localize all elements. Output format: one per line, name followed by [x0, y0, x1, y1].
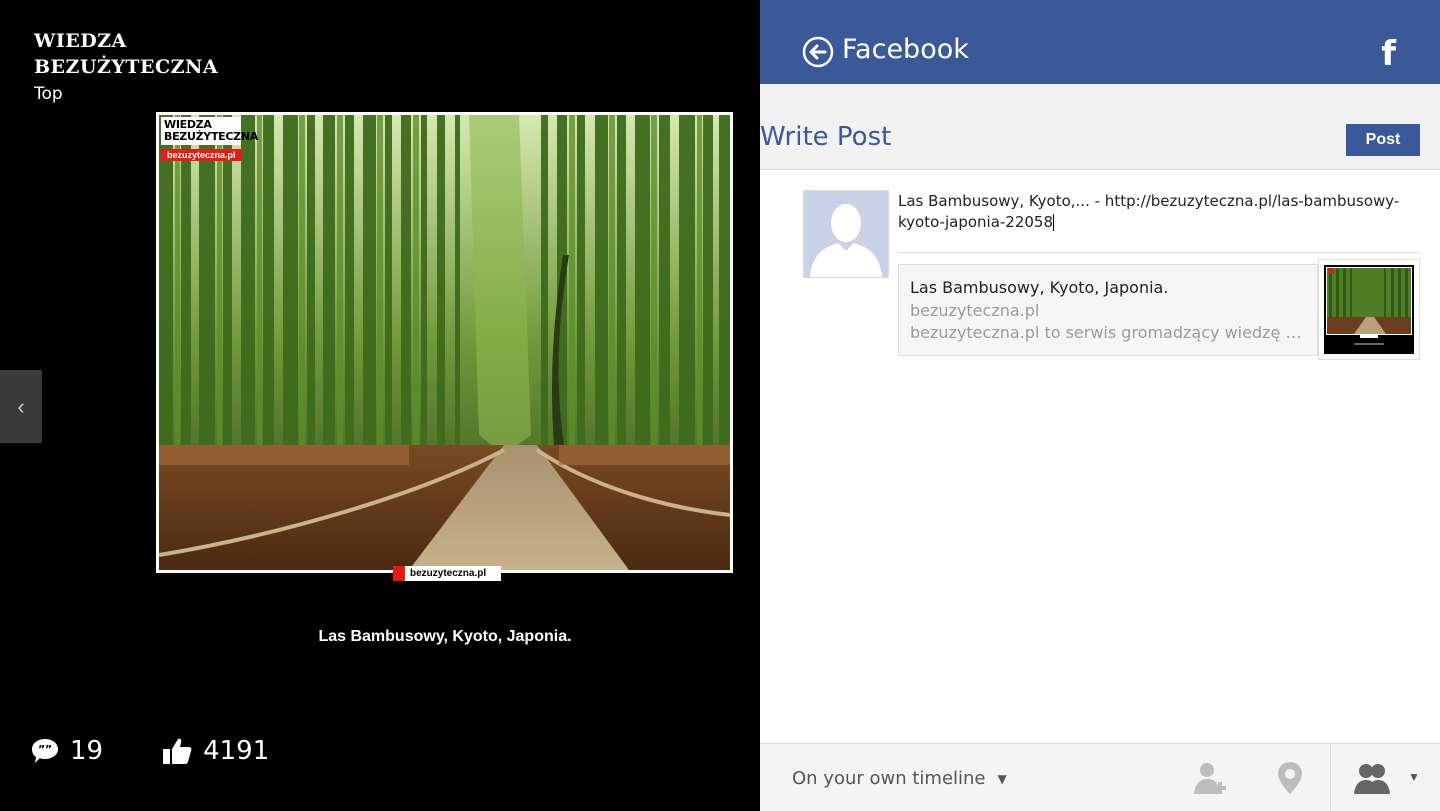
- thumbnail-image: [1324, 265, 1414, 354]
- main-photo: WIEDZA BEZUŻYTECZNA bezuzyteczna.pl: [156, 112, 733, 573]
- facebook-header: Facebook f: [760, 0, 1440, 84]
- post-text-value: Las Bambusowy, Kyoto,... - http://bezuzy…: [898, 192, 1400, 231]
- location-pin-icon[interactable]: [1272, 760, 1308, 796]
- thumbs-up-icon: [163, 738, 192, 764]
- chevron-left-icon: ‹: [17, 393, 25, 419]
- app-logo[interactable]: WIEDZA BEZUŻYTECZNA: [34, 28, 218, 80]
- watermark-url: bezuzyteczna.pl: [161, 149, 242, 161]
- chevron-down-icon: ▼: [997, 771, 1007, 786]
- privacy-dropdown-chevron-icon[interactable]: ▼: [1408, 770, 1420, 784]
- back-arrow-icon[interactable]: [802, 36, 834, 68]
- toolbar-divider: [1330, 744, 1331, 811]
- logo-line-2: BEZUŻYTECZNA: [34, 56, 219, 78]
- watermark-top: WIEDZA BEZUŻYTECZNA bezuzyteczna.pl: [161, 117, 258, 165]
- content-pane: WIEDZA BEZUŻYTECZNA Top ‹ WIEDZA BEZUŻYT…: [0, 0, 760, 810]
- svg-text:”: ”: [45, 743, 52, 756]
- avatar: [803, 190, 889, 278]
- link-preview-thumbnail[interactable]: [1318, 259, 1420, 360]
- text-caret: [1053, 214, 1055, 231]
- watermark-bottom-text: bezuzyteczna.pl: [410, 568, 487, 579]
- stats-bar: ” ” 19 4191: [30, 735, 269, 767]
- post-button[interactable]: Post: [1346, 124, 1420, 156]
- audience-dropdown[interactable]: On your own timeline ▼: [792, 768, 1007, 789]
- watermark-bottom: bezuzyteczna.pl: [393, 566, 501, 581]
- likes-stat[interactable]: 4191: [161, 735, 269, 767]
- link-preview-description: bezuzyteczna.pl to serwis gromadzący wie…: [910, 323, 1306, 342]
- facebook-title: Facebook: [842, 34, 969, 65]
- tag-friends-icon[interactable]: [1192, 760, 1228, 796]
- write-post-bar: Write Post Post: [760, 84, 1440, 170]
- watermark-name-2: BEZUŻYTECZNA: [164, 130, 258, 143]
- bottom-toolbar: On your own timeline ▼ ▼: [760, 743, 1440, 811]
- write-post-title: Write Post: [760, 122, 892, 152]
- link-preview-title: Las Bambusowy, Kyoto, Japonia.: [910, 278, 1169, 297]
- photo-caption: Las Bambusowy, Kyoto, Japonia.: [318, 628, 572, 645]
- likes-count: 4191: [203, 736, 270, 766]
- comments-stat[interactable]: ” ” 19: [30, 736, 103, 766]
- link-preview-card[interactable]: Las Bambusowy, Kyoto, Japonia. bezuzytec…: [898, 264, 1318, 356]
- divider: [898, 252, 1420, 253]
- previous-item-button[interactable]: ‹: [0, 370, 42, 443]
- audience-label: On your own timeline: [792, 768, 986, 789]
- comments-count: 19: [70, 736, 104, 766]
- facebook-logo-icon: f: [1381, 34, 1396, 74]
- comment-icon: ” ”: [32, 739, 58, 763]
- logo-line-1: WIEDZA: [34, 30, 127, 52]
- section-label: Top: [34, 84, 63, 104]
- default-avatar-icon: [804, 191, 888, 277]
- post-text-input[interactable]: Las Bambusowy, Kyoto,... - http://bezuzy…: [898, 191, 1408, 233]
- privacy-friends-icon[interactable]: [1354, 760, 1390, 796]
- watermark-red-block: [393, 566, 405, 581]
- bamboo-forest-image: WIEDZA BEZUŻYTECZNA bezuzyteczna.pl: [159, 115, 730, 570]
- link-preview-domain: bezuzyteczna.pl: [910, 301, 1040, 320]
- facebook-share-pane: Facebook f Write Post Post Las Bambusowy…: [760, 0, 1440, 811]
